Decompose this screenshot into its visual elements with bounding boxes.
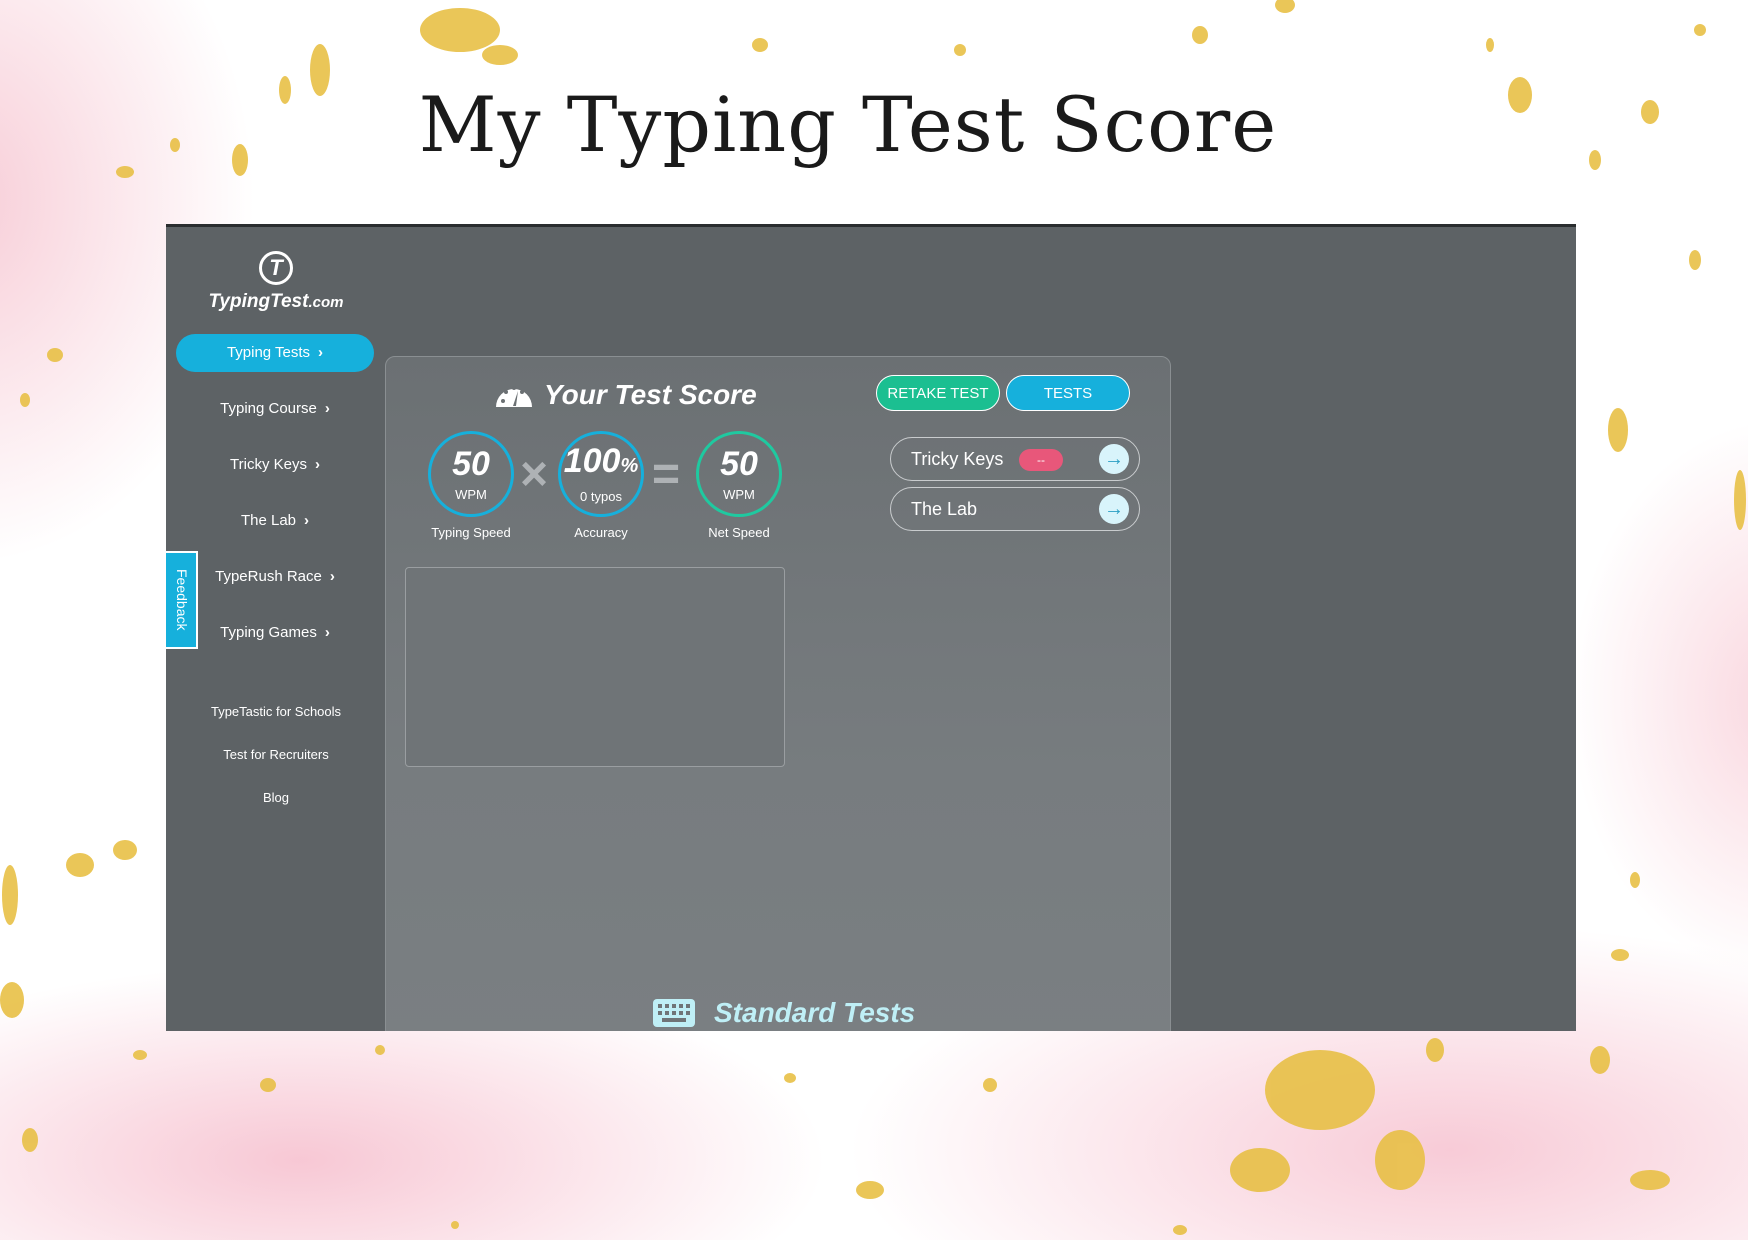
sidebar-item-typing-games[interactable]: Typing Games ›: [176, 614, 374, 652]
chevron-right-icon: ›: [324, 624, 330, 641]
chevron-right-icon: ›: [329, 568, 335, 585]
sidebar-item-tricky-keys[interactable]: Tricky Keys ›: [176, 446, 374, 484]
arrow-right-icon[interactable]: →: [1099, 444, 1129, 474]
sidebar-item-label: Tricky Keys: [230, 456, 307, 473]
typing-speed-unit: WPM: [455, 486, 487, 502]
arrow-right-icon[interactable]: →: [1099, 494, 1129, 524]
link-blog[interactable]: Blog: [166, 783, 386, 826]
sidebar-secondary-links: TypeTastic for Schools Test for Recruite…: [166, 697, 386, 826]
sidebar-item-label: TypeRush Race: [215, 568, 322, 585]
result-details-box: [405, 567, 785, 767]
typing-speed-ring: 50 WPM: [428, 431, 514, 517]
sidebar-item-typing-tests[interactable]: Typing Tests ›: [176, 334, 374, 372]
net-speed-label: Net Speed: [708, 525, 770, 540]
site-logo[interactable]: T TypingTest.com: [166, 251, 386, 313]
tricky-keys-badge: --: [1019, 449, 1063, 471]
score-card: Your Test Score 50 WPM Typing Speed × 10…: [385, 356, 1171, 1031]
logo-mark-icon: T: [259, 251, 293, 285]
accuracy-label: Accuracy: [574, 525, 628, 540]
accuracy-percent-symbol: %: [620, 455, 639, 477]
sidebar-item-typerush-race[interactable]: TypeRush Race ›: [176, 558, 374, 596]
sidebar-nav: Typing Tests › Typing Course › Tricky Keys…: [176, 334, 374, 670]
typingtest-app-screenshot: T TypingTest.com Typing Tests › Typing Co…: [166, 224, 1576, 1031]
tricky-keys-link[interactable]: Tricky Keys -- →: [890, 437, 1140, 481]
chevron-right-icon: ›: [324, 400, 330, 417]
sidebar-item-the-lab[interactable]: The Lab ›: [176, 502, 374, 540]
sidebar-item-label: Typing Course: [220, 400, 317, 417]
net-speed-unit: WPM: [723, 486, 755, 502]
accuracy-value: 100: [563, 442, 621, 480]
feedback-tab[interactable]: Feedback: [166, 551, 198, 649]
the-lab-link-label: The Lab: [911, 499, 978, 519]
sidebar-item-label: The Lab: [240, 512, 297, 529]
typing-speed-value: 50: [452, 444, 490, 483]
logo-tld: .com: [308, 294, 344, 311]
link-test-for-recruiters[interactable]: Test for Recruiters: [166, 740, 386, 783]
link-typetastic-for-schools[interactable]: TypeTastic for Schools: [166, 697, 386, 740]
chevron-right-icon: ›: [304, 512, 310, 529]
sidebar: T TypingTest.com Typing Tests › Typing Co…: [166, 227, 386, 1031]
accuracy-stat: 100% 0 typos Accuracy: [531, 431, 671, 540]
typing-speed-label: Typing Speed: [431, 525, 511, 540]
tricky-keys-link-label: Tricky Keys: [911, 449, 1004, 469]
standard-tests-text: Standard Tests: [714, 997, 916, 1028]
accuracy-ring: 100% 0 typos: [558, 431, 644, 517]
score-title: Your Test Score: [494, 375, 757, 415]
page-title: My Typing Test Score: [418, 80, 1278, 169]
sidebar-item-label: Typing Games: [220, 624, 317, 641]
logo-name: TypingTest: [208, 291, 309, 312]
accuracy-typos: 0 typos: [580, 489, 622, 504]
the-lab-link[interactable]: The Lab →: [890, 487, 1140, 531]
standard-tests-heading: Standard Tests: [652, 997, 915, 1029]
score-title-text: Your Test Score: [544, 379, 757, 410]
chevron-right-icon: ›: [318, 344, 324, 361]
sidebar-item-typing-course[interactable]: Typing Course ›: [176, 390, 374, 428]
sidebar-item-label: Typing Tests: [226, 344, 311, 361]
keyboard-icon: [653, 999, 695, 1027]
tests-button[interactable]: TESTS: [1006, 375, 1130, 411]
retake-test-button[interactable]: RETAKE TEST: [876, 375, 1000, 411]
net-speed-value: 50: [720, 444, 758, 483]
net-speed-stat: 50 WPM Net Speed: [669, 431, 809, 540]
chevron-right-icon: ›: [314, 456, 320, 473]
speedometer-icon: [496, 386, 532, 407]
net-speed-ring: 50 WPM: [696, 431, 782, 517]
